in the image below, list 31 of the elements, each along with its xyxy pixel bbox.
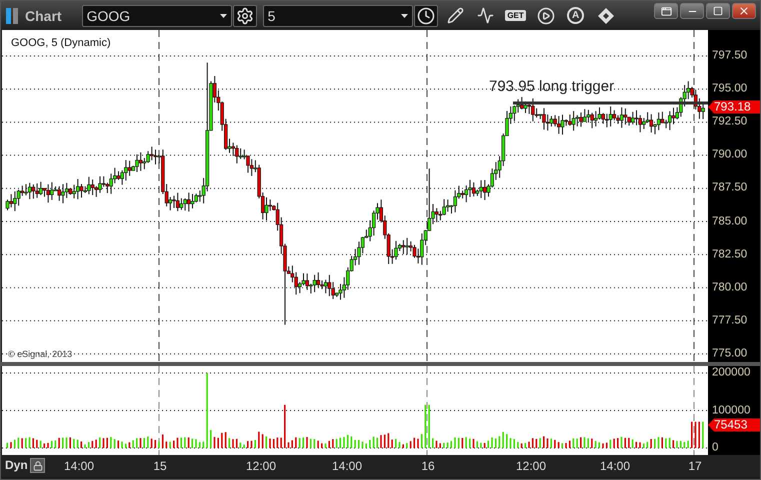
time-label: 17: [688, 459, 702, 473]
symbol-dropdown[interactable]: GOOG: [82, 4, 232, 26]
time-label: 12:00: [246, 459, 276, 473]
price-tick: 797.50: [712, 50, 748, 62]
time-label: 14:00: [64, 459, 94, 473]
time-label: 15: [153, 459, 167, 473]
volume-tick: 200000: [712, 366, 750, 380]
volume-tick: 100000: [712, 404, 750, 417]
time-label: 16: [421, 459, 435, 473]
price-tick: 792.50: [712, 116, 748, 129]
trigger-label: 793.95 long trigger: [489, 78, 614, 95]
get-button[interactable]: GET: [504, 4, 528, 26]
price-tick: 782.50: [712, 248, 748, 262]
last-price-tag: 793.18: [708, 100, 760, 114]
time-label: 14:00: [332, 459, 362, 473]
last-volume-tag: 75453: [708, 418, 760, 432]
price-tick: 775.00: [712, 347, 748, 360]
mode-label: Dyn: [5, 458, 28, 472]
chart-legend: GOOG, 5 (Dynamic): [11, 37, 111, 49]
copyright-text: © eSignal, 2013: [8, 349, 72, 359]
time-label: 12:00: [516, 459, 546, 473]
price-tick: 780.00: [712, 281, 748, 294]
volume-tick: 0: [712, 442, 718, 454]
window-title: Chart: [25, 8, 62, 24]
time-label: 14:00: [600, 459, 630, 473]
price-tick: 795.00: [712, 82, 748, 96]
price-tick: 787.50: [712, 182, 748, 195]
price-tick: 790.00: [712, 148, 748, 162]
price-tick: 777.50: [712, 314, 748, 328]
interval-dropdown[interactable]: 5: [262, 4, 413, 26]
price-tick: 785.00: [712, 215, 748, 228]
